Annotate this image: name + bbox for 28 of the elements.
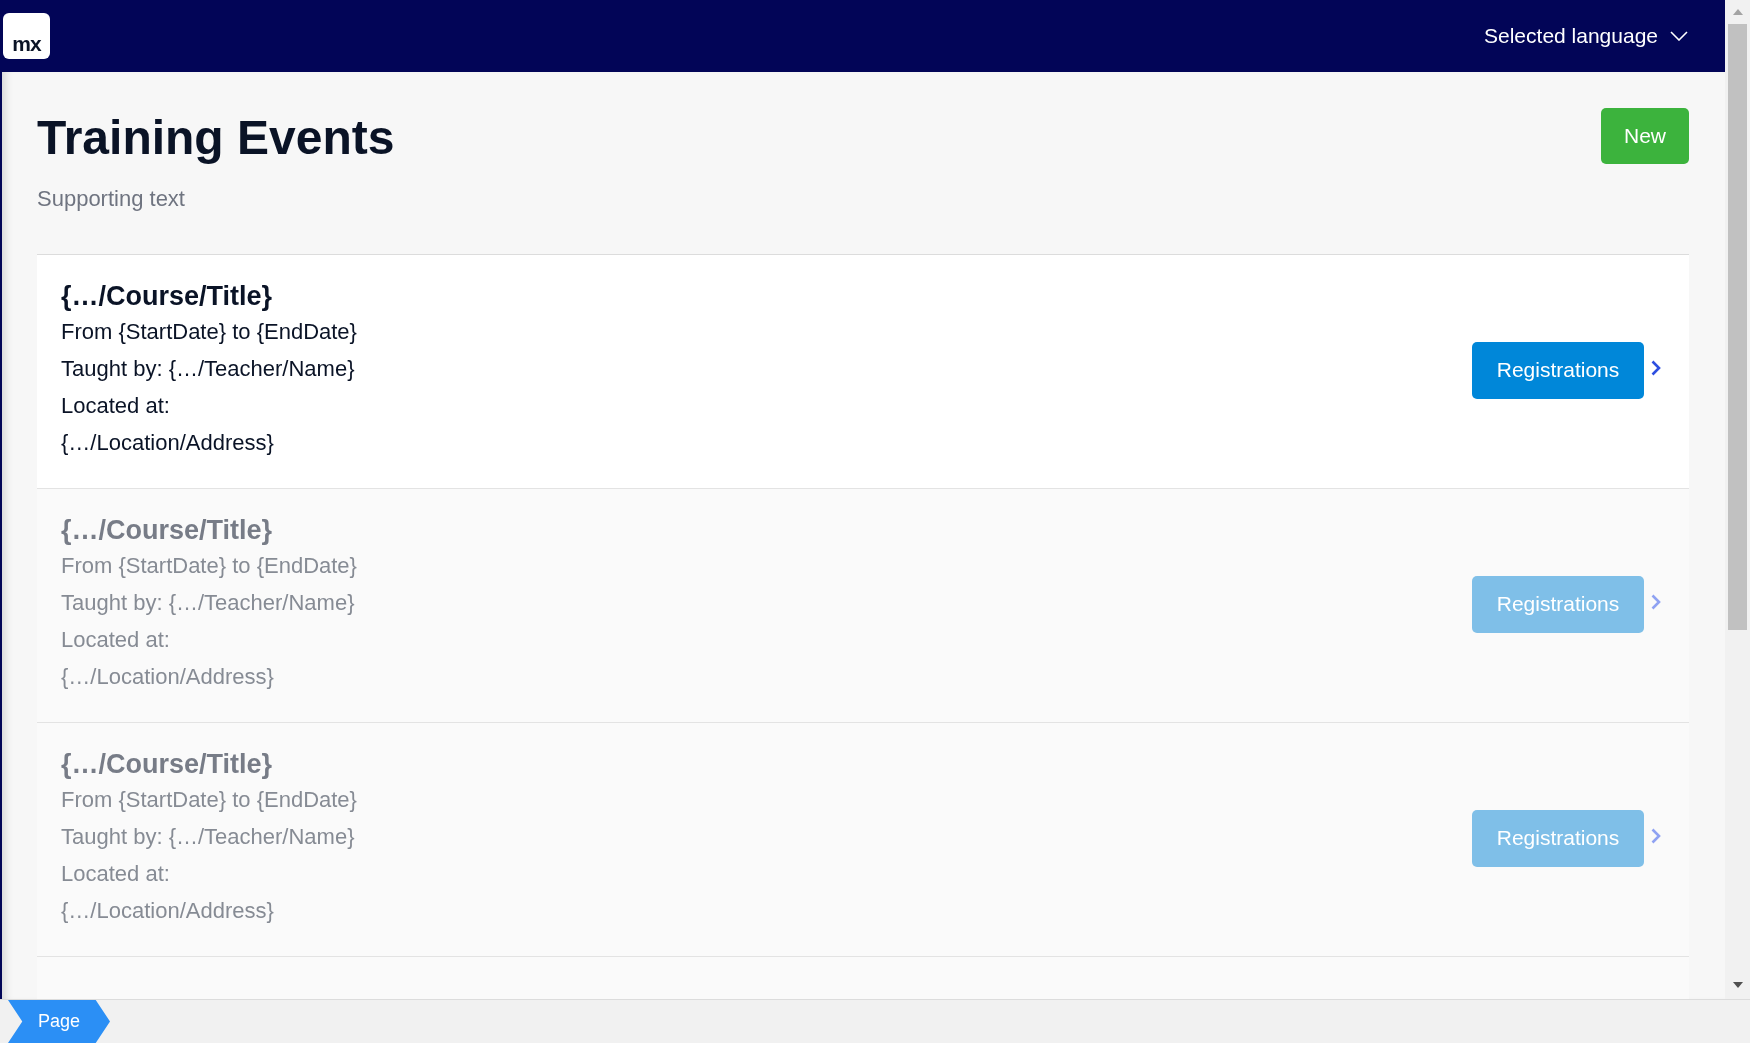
scroll-up-arrow-icon[interactable] [1732, 9, 1743, 15]
app-logo[interactable]: mx [3, 13, 50, 59]
date-range-text: From {StartDate} to {EndDate} [61, 786, 357, 814]
course-title: {…/Course/Title} [61, 280, 274, 313]
location-label: Located at: [61, 626, 171, 654]
address-text: {…/Location/Address} [61, 897, 275, 925]
address-text: {…/Location/Address} [61, 429, 275, 457]
registrations-button[interactable]: Registrations [1472, 341, 1644, 399]
language-dropdown[interactable]: Selected language [1484, 20, 1688, 52]
scroll-down-arrow-icon[interactable] [1732, 982, 1743, 988]
supporting-text: Supporting text [37, 185, 186, 213]
teacher-text: Taught by: {…/Teacher/Name} [61, 589, 356, 617]
location-label: Located at: [61, 392, 171, 420]
course-title: {…/Course/Title} [61, 514, 274, 547]
chevron-right-icon[interactable] [1651, 359, 1661, 376]
scrollbar[interactable] [1725, 0, 1750, 999]
new-button[interactable]: New [1601, 108, 1689, 164]
date-range-text: From {StartDate} to {EndDate} [61, 552, 357, 580]
teacher-text: Taught by: {…/Teacher/Name} [61, 355, 356, 383]
chevron-down-icon [1670, 31, 1688, 41]
location-label: Located at: [61, 860, 171, 888]
scrollbar-thumb[interactable] [1728, 24, 1747, 630]
page-title: Training Events [37, 112, 395, 164]
course-title: {…/Course/Title} [61, 748, 274, 781]
date-range-text: From {StartDate} to {EndDate} [61, 318, 357, 346]
address-text: {…/Location/Address} [61, 663, 275, 691]
page-breadcrumb[interactable]: Page [8, 1000, 110, 1043]
teacher-text: Taught by: {…/Teacher/Name} [61, 823, 356, 851]
